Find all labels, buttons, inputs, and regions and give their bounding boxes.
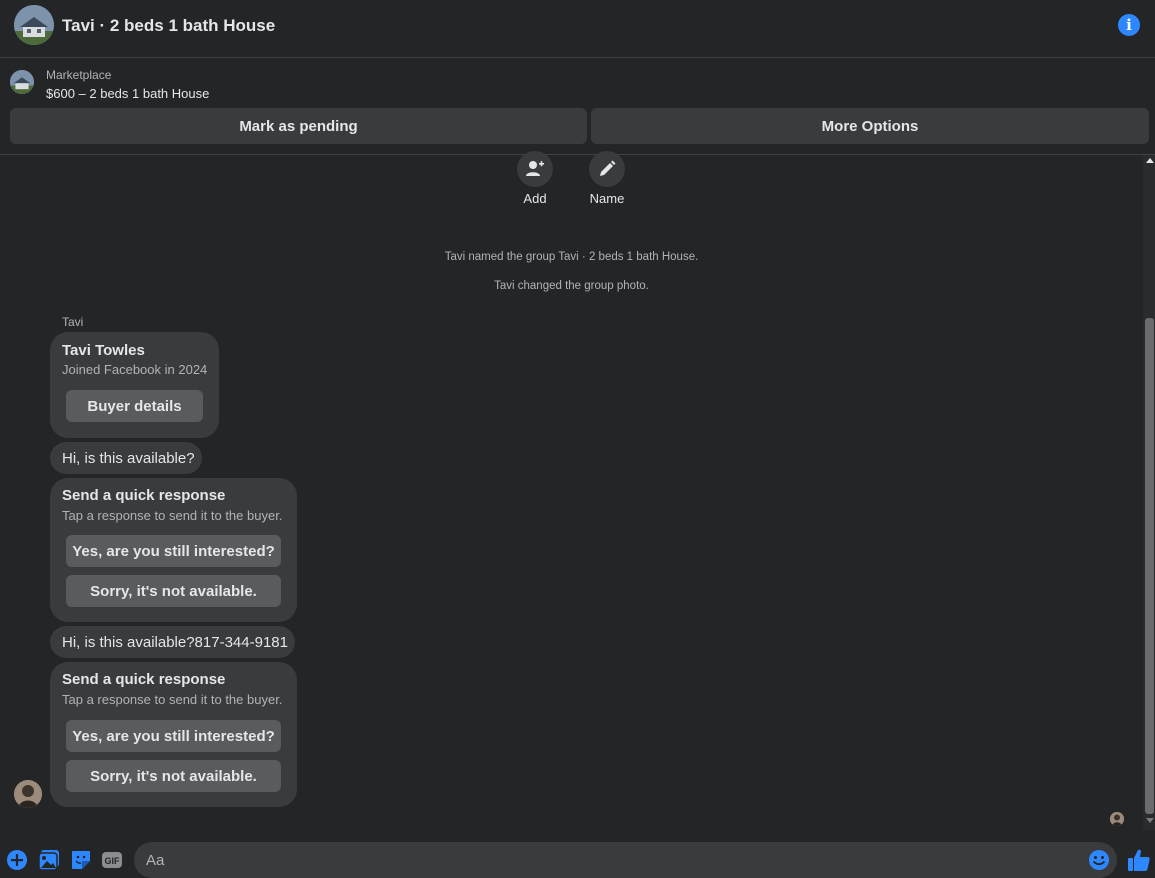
pencil-icon	[600, 160, 616, 176]
system-message: Tavi named the group Tavi · 2 beds 1 bat…	[444, 251, 699, 263]
profile-name: Tavi Towles	[62, 342, 145, 359]
message-text: Hi, is this available?	[62, 450, 195, 467]
group-avatar[interactable]	[14, 5, 54, 45]
quick-response-yes-button[interactable]: Yes, are you still interested?	[66, 720, 281, 752]
message-bubble: Hi, is this available?817-344-9181	[50, 626, 295, 658]
add-label: Add	[523, 191, 547, 206]
thumbs-up-icon[interactable]	[1127, 848, 1151, 872]
system-message: Tavi changed the group photo.	[494, 280, 649, 292]
conversation-title: Tavi · 2 beds 1 bath House	[62, 16, 276, 35]
name-group-button[interactable]	[589, 151, 625, 187]
quick-response-yes-button[interactable]: Yes, are you still interested?	[66, 535, 281, 567]
scroll-down-arrow-icon[interactable]	[1146, 818, 1154, 823]
more-options-button[interactable]: More Options	[591, 108, 1149, 144]
name-label: Name	[589, 191, 625, 206]
listing-source: Marketplace	[46, 68, 112, 82]
header-divider	[0, 154, 1155, 155]
message-text: Hi, is this available?817-344-9181	[62, 634, 288, 651]
photo-icon[interactable]	[38, 849, 60, 871]
sender-name: Tavi	[62, 315, 84, 329]
buyer-details-button[interactable]: Buyer details	[66, 390, 203, 422]
message-input[interactable]	[134, 842, 1117, 878]
quick-response-sorry-button[interactable]: Sorry, it's not available.	[66, 575, 281, 607]
quick-response-title: Send a quick response	[62, 671, 226, 688]
quick-response-subtitle: Tap a response to send it to the buyer.	[62, 508, 283, 523]
profile-joined: Joined Facebook in 2024	[62, 362, 208, 377]
quick-response-title: Send a quick response	[62, 487, 226, 504]
sticker-icon[interactable]	[70, 849, 92, 871]
scrollbar-thumb[interactable]	[1145, 318, 1154, 814]
read-receipt-avatar	[1110, 812, 1124, 826]
add-person-icon	[526, 161, 544, 176]
add-people-button[interactable]	[517, 151, 553, 187]
quick-response-sorry-button[interactable]: Sorry, it's not available.	[66, 760, 281, 792]
plus-icon[interactable]	[6, 849, 28, 871]
chat-header: Tavi · 2 beds 1 bath House i	[0, 0, 1155, 58]
profile-card-bubble: Tavi Towles Joined Facebook in 2024 Buye…	[50, 332, 219, 438]
info-icon[interactable]: i	[1118, 14, 1140, 36]
listing-title[interactable]: $600 – 2 beds 1 bath House	[46, 86, 209, 101]
sender-avatar[interactable]	[14, 780, 42, 808]
gif-label: GIF	[105, 856, 121, 866]
emoji-icon[interactable]	[1088, 849, 1110, 871]
scroll-up-arrow-icon[interactable]	[1146, 158, 1154, 163]
quick-response-subtitle: Tap a response to send it to the buyer.	[62, 692, 283, 707]
quick-response-bubble: Send a quick response Tap a response to …	[50, 478, 297, 622]
mark-as-pending-button[interactable]: Mark as pending	[10, 108, 587, 144]
quick-response-bubble: Send a quick response Tap a response to …	[50, 662, 297, 807]
gif-icon[interactable]: GIF	[101, 849, 123, 871]
listing-thumbnail[interactable]	[10, 70, 34, 94]
message-bubble: Hi, is this available?	[50, 442, 202, 474]
